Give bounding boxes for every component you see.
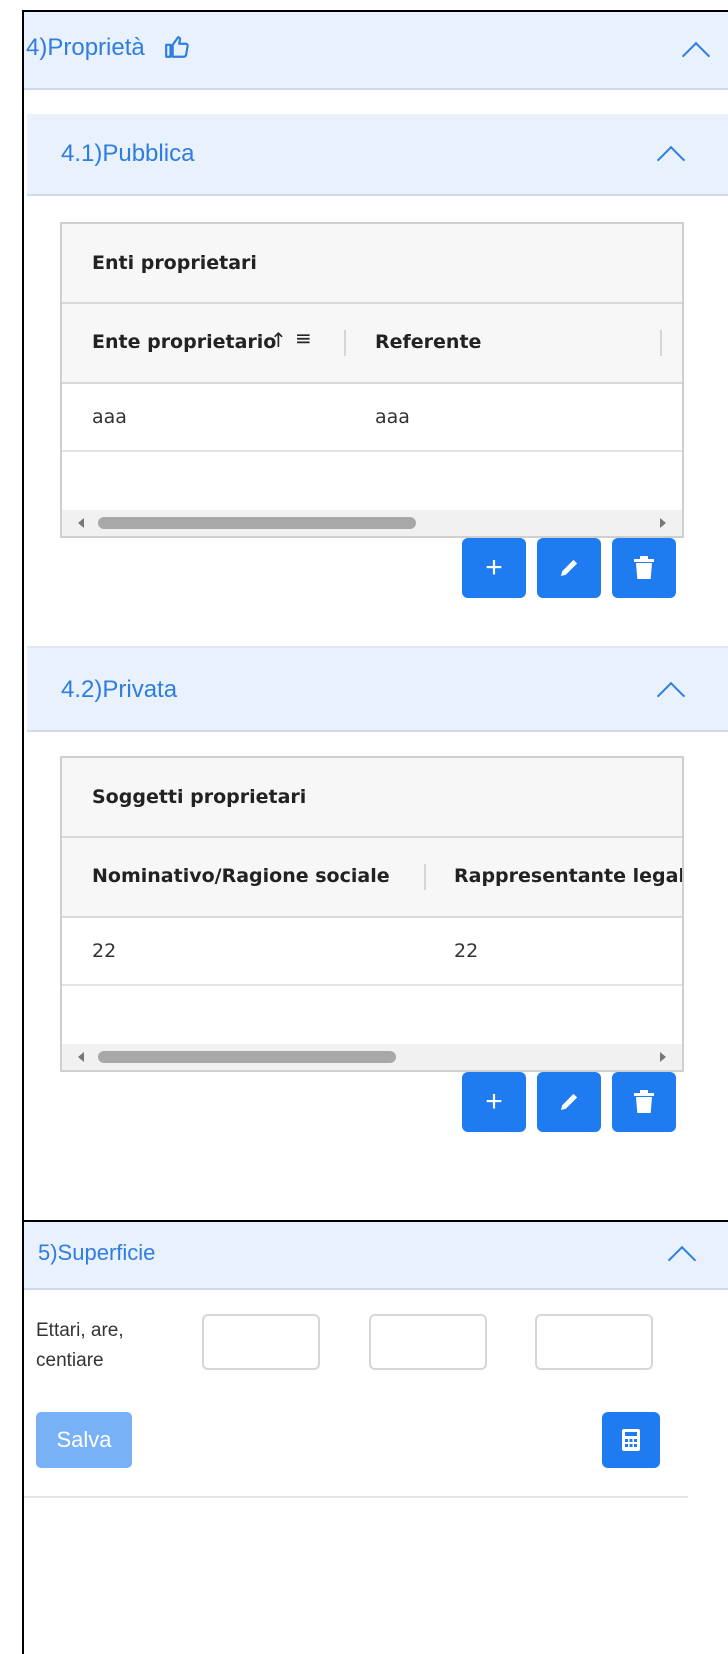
calculator-icon	[622, 1429, 640, 1451]
plus-icon: +	[485, 1085, 503, 1118]
sort-asc-icon[interactable]: ↑	[270, 328, 287, 352]
ettari-input[interactable]	[202, 1314, 320, 1370]
section-4-frame: 4)Proprietà 4.1)Pubblica Enti proprietar…	[22, 10, 728, 1220]
save-button-label: Salva	[56, 1427, 112, 1452]
private-header[interactable]: 4.2)Privata	[27, 646, 728, 732]
plus-icon: +	[485, 551, 503, 584]
column-header-nominativo[interactable]: Nominativo/Ragione sociale	[92, 865, 390, 887]
enti-proprietari-table: Enti proprietari Ente proprietario ↑ ≡ R…	[60, 222, 684, 538]
edit-button[interactable]	[537, 538, 601, 598]
column-separator[interactable]	[344, 330, 346, 356]
thumbs-up-icon	[164, 34, 190, 60]
add-button[interactable]: +	[462, 1072, 526, 1132]
column-separator[interactable]	[424, 864, 426, 890]
table-cell: aaa	[92, 406, 127, 428]
soggetti-proprietari-table: Soggetti proprietari Nominativo/Ragione …	[60, 756, 684, 1072]
column-menu-icon[interactable]: ≡	[295, 326, 312, 350]
scroll-right-arrow-icon[interactable]	[660, 1052, 666, 1062]
scrollbar-thumb[interactable]	[98, 1051, 396, 1063]
section-5-frame: 5)Superficie Ettari, are, centiare Salva	[22, 1220, 728, 1654]
column-separator[interactable]	[660, 330, 662, 356]
field-label: Ettari, are, centiare	[36, 1316, 124, 1376]
section-4-title: 4)Proprietà	[26, 34, 145, 61]
table-header-row: Nominativo/Ragione sociale Rappresentant…	[62, 838, 682, 918]
centiare-input[interactable]	[535, 1314, 653, 1370]
table-caption: Soggetti proprietari	[62, 758, 682, 838]
trash-icon	[634, 1090, 654, 1113]
section-4-header[interactable]: 4)Proprietà	[24, 12, 728, 90]
delete-button[interactable]	[612, 1072, 676, 1132]
are-input[interactable]	[369, 1314, 487, 1370]
scroll-left-arrow-icon[interactable]	[78, 518, 84, 528]
edit-button[interactable]	[537, 1072, 601, 1132]
calculator-button[interactable]	[602, 1412, 660, 1468]
horizontal-scrollbar[interactable]	[62, 510, 682, 536]
divider	[24, 1496, 688, 1498]
chevron-up-icon[interactable]	[667, 1245, 697, 1275]
private-title: 4.2)Privata	[61, 676, 178, 703]
table-row[interactable]: aaa aaa	[62, 384, 682, 452]
table-cell: aaa	[375, 406, 410, 428]
save-button[interactable]: Salva	[36, 1412, 132, 1468]
column-header-referente[interactable]: Referente	[375, 331, 481, 353]
table-cell: 22	[454, 940, 479, 962]
delete-button[interactable]	[612, 538, 676, 598]
add-button[interactable]: +	[462, 538, 526, 598]
scrollbar-thumb[interactable]	[98, 517, 416, 529]
field-label-line-2: centiare	[36, 1350, 104, 1371]
table-caption-text: Enti proprietari	[92, 252, 257, 274]
public-title: 4.1)Pubblica	[61, 140, 195, 167]
column-header-rappresentante-legale[interactable]: Rappresentante legale	[454, 865, 682, 887]
table-caption-text: Soggetti proprietari	[92, 786, 307, 808]
pencil-icon	[561, 1093, 578, 1110]
section-5-title: 5)Superficie	[38, 1240, 156, 1265]
table-header-row: Ente proprietario ↑ ≡ Referente	[62, 304, 682, 384]
chevron-up-icon[interactable]	[656, 681, 686, 711]
table-cell: 22	[92, 940, 117, 962]
chevron-up-icon[interactable]	[656, 145, 686, 175]
horizontal-scrollbar[interactable]	[62, 1044, 682, 1070]
table-caption: Enti proprietari	[62, 224, 682, 304]
scroll-left-arrow-icon[interactable]	[78, 1052, 84, 1062]
chevron-up-icon[interactable]	[681, 41, 711, 71]
public-header[interactable]: 4.1)Pubblica	[27, 114, 728, 196]
column-header-ente-proprietario[interactable]: Ente proprietario	[92, 331, 276, 353]
scroll-right-arrow-icon[interactable]	[660, 518, 666, 528]
pencil-icon	[561, 559, 578, 576]
field-label-line-1: Ettari, are,	[36, 1320, 124, 1341]
table-row[interactable]: 22 22	[62, 918, 682, 986]
trash-icon	[634, 556, 654, 579]
section-5-header[interactable]: 5)Superficie	[24, 1222, 728, 1290]
